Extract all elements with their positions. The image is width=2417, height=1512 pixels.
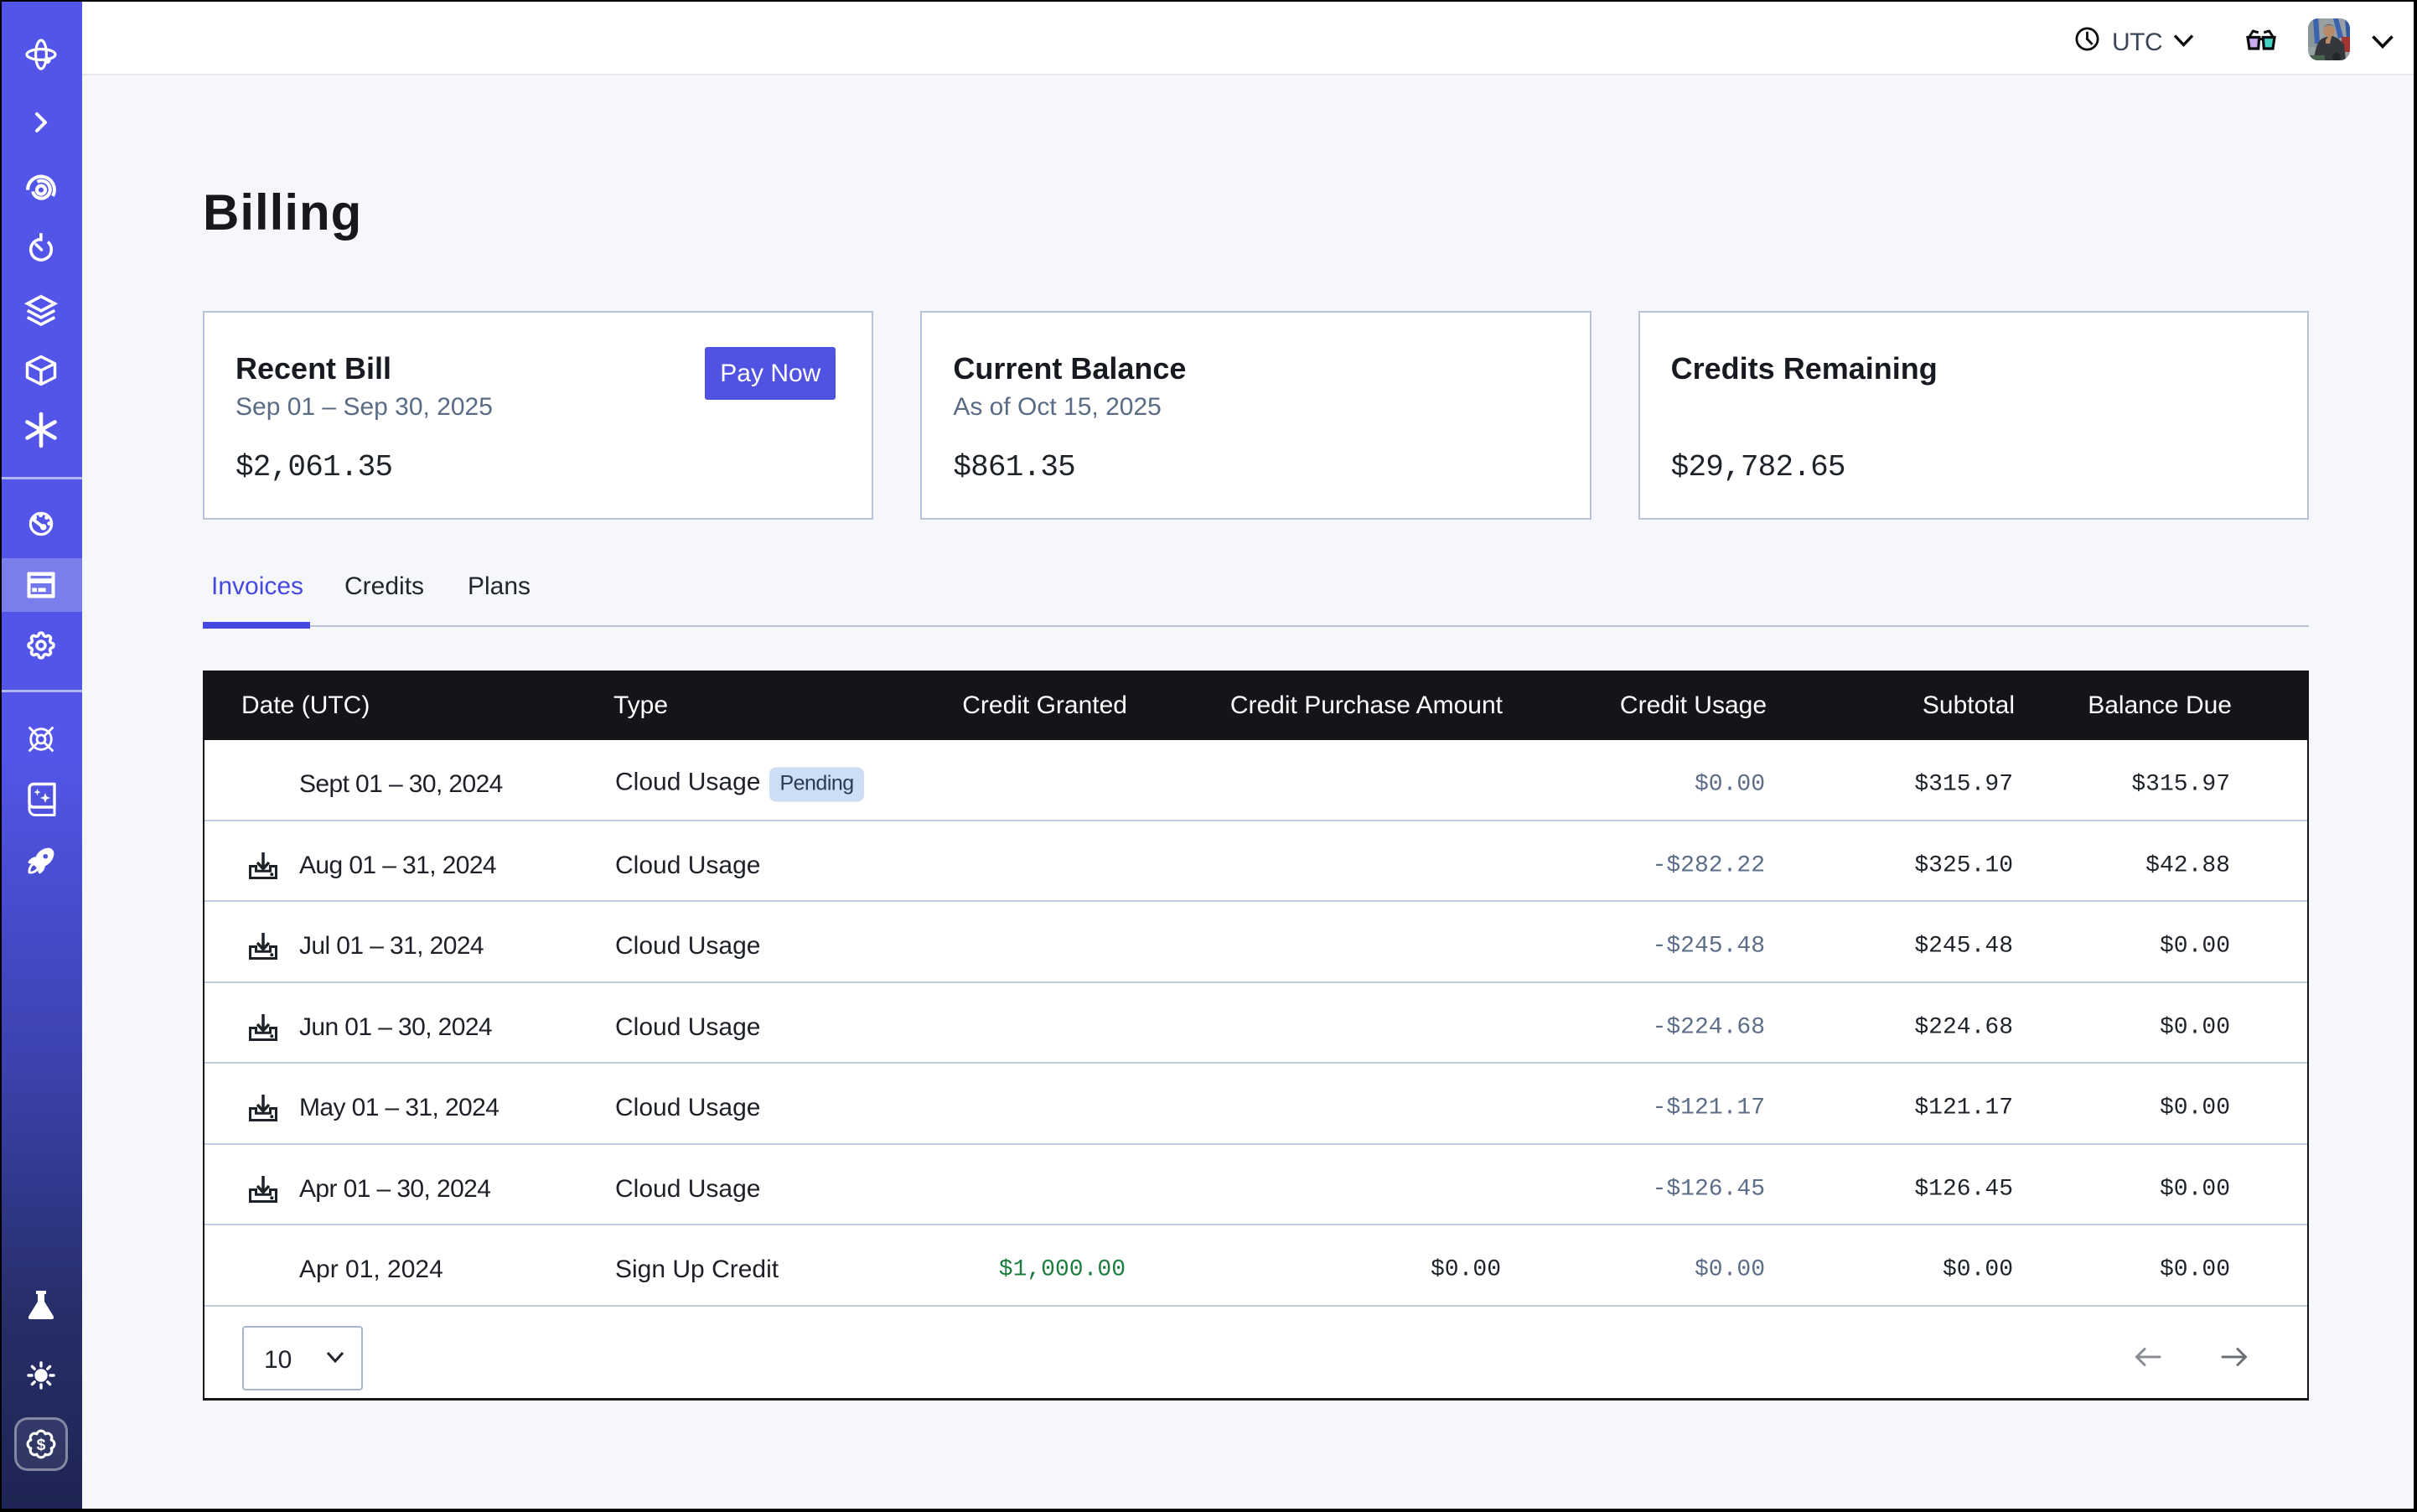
svg-text:$: $ (37, 1436, 46, 1454)
